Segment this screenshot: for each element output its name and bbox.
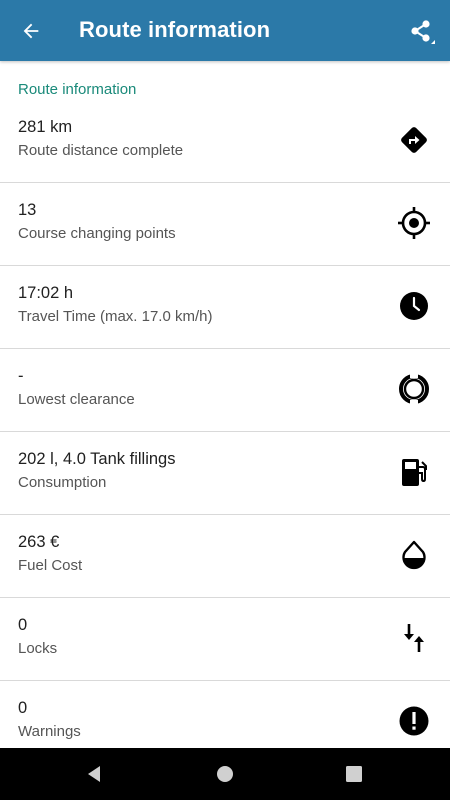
item-value: 263 € <box>18 533 60 551</box>
fuel-pump-icon <box>396 454 432 490</box>
clock-icon <box>396 288 432 324</box>
item-label: Consumption <box>18 474 107 491</box>
item-value: 17:02 h <box>18 284 74 302</box>
nav-recents-icon[interactable] <box>340 760 368 788</box>
nav-back-icon[interactable] <box>80 760 108 788</box>
app-bar: Route information <box>0 0 450 61</box>
item-value: 13 <box>18 201 37 219</box>
list-item-locks: 0 Locks <box>0 598 450 681</box>
item-label: Route distance complete <box>18 142 184 159</box>
list-item-consumption: 202 l, 4.0 Tank fillings Consumption <box>0 432 450 515</box>
fuel-drop-icon <box>396 537 432 573</box>
crosshair-icon <box>396 205 432 241</box>
route-info-list: Route information 281 km Route distance … <box>0 61 450 748</box>
item-value: 0 <box>18 616 28 634</box>
item-label: Travel Time (max. 17.0 km/h) <box>18 308 213 325</box>
item-label: Warnings <box>18 723 81 740</box>
item-label: Locks <box>18 640 58 657</box>
lock-arrows-icon <box>396 620 432 656</box>
nav-home-icon[interactable] <box>211 760 239 788</box>
item-value: 202 l, 4.0 Tank fillings <box>18 450 176 468</box>
item-value: 0 <box>18 699 28 717</box>
item-label: Lowest clearance <box>18 391 135 408</box>
list-item-lowest-clearance: - Lowest clearance <box>0 349 450 432</box>
item-label: Fuel Cost <box>18 557 83 574</box>
item-value: 281 km <box>18 118 73 136</box>
item-value: - <box>18 367 24 385</box>
list-item-fuel-cost: 263 € Fuel Cost <box>0 515 450 598</box>
list-item-route-distance: 281 km Route distance complete <box>0 100 450 183</box>
list-item-travel-time: 17:02 h Travel Time (max. 17.0 km/h) <box>0 266 450 349</box>
item-label: Course changing points <box>18 225 176 242</box>
list-item-course-points: 13 Course changing points <box>0 183 450 266</box>
system-nav-bar <box>0 748 450 800</box>
warning-icon <box>396 703 432 739</box>
section-title: Route information <box>18 81 137 98</box>
page-title: Route information <box>79 17 271 42</box>
list-item-warnings: 0 Warnings <box>0 681 450 748</box>
route-diamond-icon <box>396 122 432 158</box>
clearance-ring-icon <box>396 371 432 407</box>
share-icon[interactable] <box>402 12 440 50</box>
arrow-back-icon[interactable] <box>12 12 50 50</box>
